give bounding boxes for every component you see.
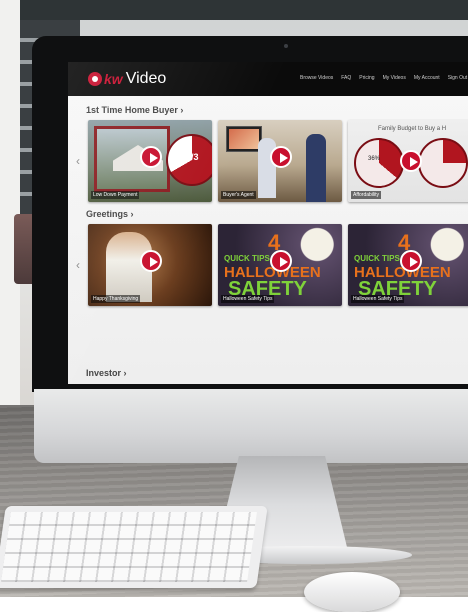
section-title-investor[interactable]: Investor › [86,368,127,378]
brand-video: Video [125,70,167,87]
video-card[interactable]: Family Budget to Buy a H 36% Affordabili… [348,120,468,202]
kw-logo-icon [88,72,102,86]
video-row-greetings: Happy Thanksgiving 4 QUICK TIPS FOR HALL… [88,224,468,306]
chevron-left-icon[interactable]: ‹ [74,258,82,272]
main-nav: Browse Videos FAQ Pricing My Videos My A… [300,75,467,81]
nav-my-account[interactable]: My Account [414,75,440,81]
video-card[interactable]: Happy Thanksgiving [88,224,212,306]
video-caption: Halloween Safety Tips [221,295,275,303]
tv-image [226,126,262,152]
pie-chart-graphic [354,138,404,188]
nav-browse-videos[interactable]: Browse Videos [300,75,333,81]
imac-computer: kw Video Browse Videos FAQ Pricing My Vi… [32,36,468,564]
site-header: kw Video Browse Videos FAQ Pricing My Vi… [68,62,468,96]
nav-my-videos[interactable]: My Videos [383,75,406,81]
imac-screen: kw Video Browse Videos FAQ Pricing My Vi… [68,62,468,384]
video-browser: 1st Time Home Buyer › ‹ 2/3 Low Down Pay… [68,96,468,384]
play-icon[interactable] [400,150,422,172]
pie-chart-graphic [418,138,468,188]
pie-percent: 36% [368,156,381,162]
person-image [258,138,276,198]
video-caption: Affordability [351,191,382,199]
chevron-left-icon[interactable]: ‹ [74,154,82,168]
play-icon[interactable] [400,250,422,272]
nav-faq[interactable]: FAQ [341,75,351,81]
brand-logo[interactable]: kw Video [88,70,166,88]
video-caption: Happy Thanksgiving [91,295,141,303]
section-title-greetings[interactable]: Greetings › [86,209,134,219]
video-caption: Buyer's Agent [221,191,256,199]
person-image [306,134,326,202]
video-card[interactable]: 2/3 Low Down Payment [88,120,212,202]
video-caption: Low Down Payment [91,191,140,199]
window [20,0,468,20]
play-icon[interactable] [270,250,292,272]
video-caption: Halloween Safety Tips [351,295,405,303]
thumbnail-title: Family Budget to Buy a H [378,126,447,132]
nav-pricing[interactable]: Pricing [359,75,374,81]
video-row-first-time-buyer: 2/3 Low Down Payment Buyer's Agent Famil… [88,120,468,202]
camera-icon [284,44,288,48]
play-icon[interactable] [270,146,292,168]
keyboard [0,506,268,588]
video-card[interactable]: 4 QUICK TIPS FOR HALLOWEEN SAFETY Hallow… [348,224,468,306]
section-title-first-time-buyer[interactable]: 1st Time Home Buyer › [86,105,183,115]
play-icon[interactable] [140,146,162,168]
imac-chin [34,389,468,463]
nav-sign-out[interactable]: Sign Out [448,75,467,81]
brand-kw: kw [104,71,123,87]
play-icon[interactable] [140,250,162,272]
wall [0,0,20,420]
pie-label: 2/3 [186,152,199,162]
mouse [304,572,400,612]
video-card[interactable]: 4 QUICK TIPS FOR HALLOWEEN SAFETY Hallow… [218,224,342,306]
video-card[interactable]: Buyer's Agent [218,120,342,202]
keyboard-keys [1,512,257,582]
